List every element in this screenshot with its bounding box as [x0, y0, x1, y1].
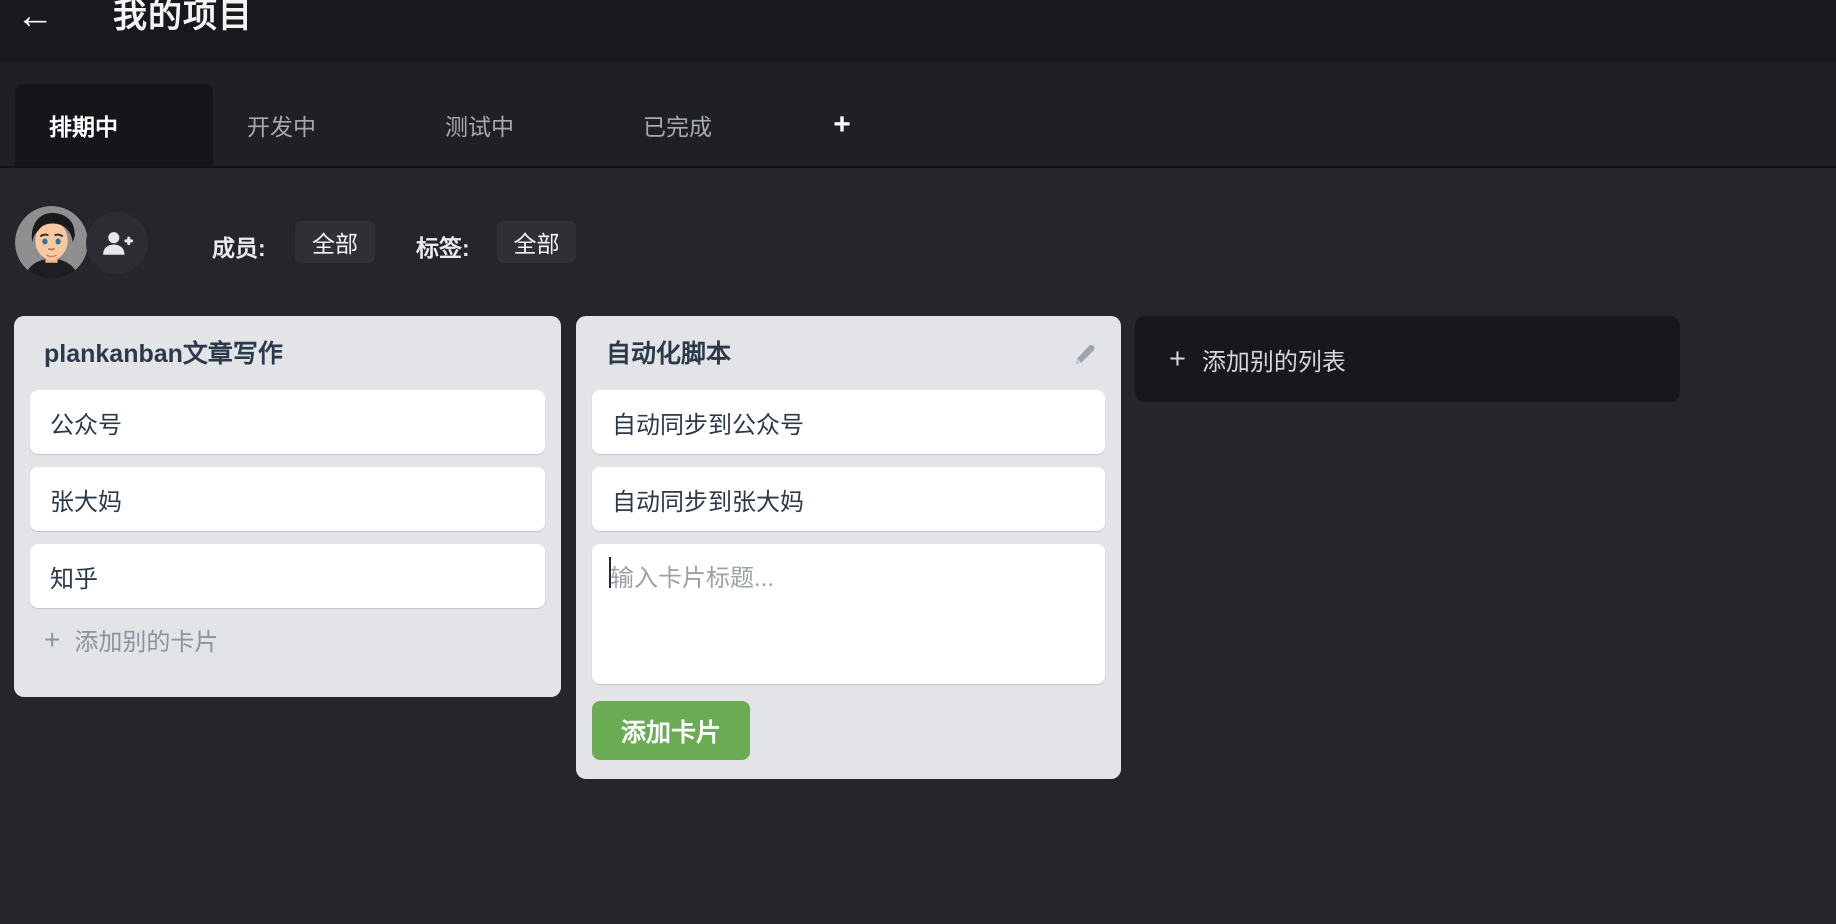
back-arrow-icon[interactable]: ←	[16, 0, 54, 38]
app-header: ← 我的项目	[0, 0, 1836, 62]
add-card-button[interactable]: 添加卡片	[592, 701, 750, 760]
tab-scheduled[interactable]: 排期中	[15, 84, 213, 166]
tab-developing[interactable]: 开发中	[213, 84, 411, 166]
list-title: 自动化脚本	[606, 338, 731, 370]
add-tab-button[interactable]: +	[807, 84, 877, 166]
tab-strip: 排期中 开发中 测试中 已完成 +	[0, 62, 1836, 168]
card[interactable]: 自动同步到张大妈	[592, 467, 1105, 531]
edit-pencil-icon[interactable]	[1071, 342, 1097, 368]
user-avatar[interactable]	[15, 206, 88, 279]
card[interactable]: 张大妈	[30, 467, 545, 531]
add-card-link[interactable]: + 添加别的卡片	[44, 622, 545, 657]
kanban-list-article-writing: plankanban文章写作 公众号 张大妈 知乎 + 添加别的卡片	[14, 316, 561, 697]
text-cursor	[609, 557, 611, 588]
members-filter-value[interactable]: 全部	[295, 221, 375, 263]
card[interactable]: 公众号	[30, 390, 545, 454]
add-card-label: 添加别的卡片	[74, 622, 218, 657]
avatar-image	[15, 206, 88, 279]
add-member-icon	[101, 229, 133, 257]
tab-done[interactable]: 已完成	[609, 84, 807, 166]
members-filter-label: 成员:	[212, 229, 266, 263]
tab-testing[interactable]: 测试中	[411, 84, 609, 166]
kanban-list-automation-scripts: 自动化脚本 自动同步到公众号 自动同步到张大妈 添加卡片	[576, 316, 1121, 779]
add-list-label: 添加别的列表	[1202, 342, 1346, 377]
add-list-button[interactable]: + 添加别的列表	[1135, 316, 1680, 402]
new-card-title-input[interactable]	[592, 544, 1105, 684]
plus-icon: +	[1169, 343, 1186, 376]
tags-filter-value[interactable]: 全部	[497, 221, 576, 263]
card[interactable]: 知乎	[30, 544, 545, 608]
page-title: 我的项目	[113, 0, 253, 38]
tags-filter-label: 标签:	[416, 229, 470, 263]
list-title: plankanban文章写作	[44, 338, 283, 370]
plus-icon: +	[44, 628, 60, 652]
add-member-button[interactable]	[86, 212, 148, 274]
card[interactable]: 自动同步到公众号	[592, 390, 1105, 454]
